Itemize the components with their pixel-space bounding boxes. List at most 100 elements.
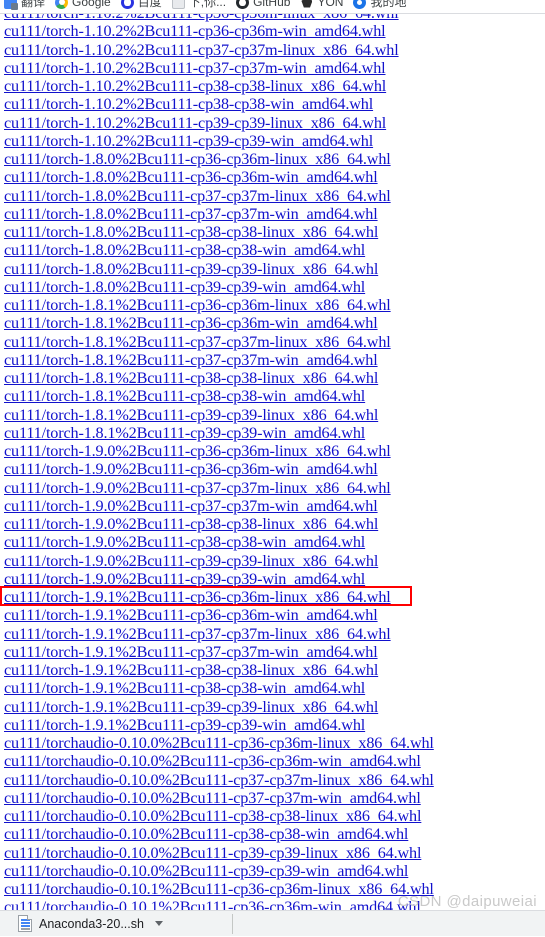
wheel-link[interactable]: cu111/torch-1.9.1%2Bcu111-cp37-cp37m-win… [4, 643, 378, 661]
bookmark-item-4[interactable]: GitHub [232, 0, 296, 13]
wheel-link[interactable]: cu111/torch-1.8.0%2Bcu111-cp39-cp39-win_… [4, 278, 365, 296]
list-item: cu111/torch-1.9.0%2Bcu111-cp38-cp38-win_… [4, 533, 544, 551]
wheel-link[interactable]: cu111/torch-1.10.2%2Bcu111-cp36-cp36m-li… [4, 14, 399, 22]
wheel-link[interactable]: cu111/torch-1.9.1%2Bcu111-cp37-cp37m-lin… [4, 625, 391, 643]
map-icon [353, 0, 367, 9]
list-item: cu111/torch-1.8.1%2Bcu111-cp37-cp37m-win… [4, 351, 544, 369]
bookmark-item-label: 百度 [137, 0, 162, 9]
chevron-down-icon[interactable] [154, 921, 163, 926]
wheel-link[interactable]: cu111/torch-1.9.1%2Bcu111-cp39-cp39-win_… [4, 716, 365, 734]
wheel-link[interactable]: cu111/torch-1.9.0%2Bcu111-cp36-cp36m-lin… [4, 442, 391, 460]
bookmark-item-3[interactable]: 下,你... [168, 0, 232, 13]
wheel-link[interactable]: cu111/torchaudio-0.10.0%2Bcu111-cp39-cp3… [4, 844, 421, 862]
bookmark-item-label: 我的地 [370, 0, 407, 9]
wheel-link[interactable]: cu111/torch-1.8.1%2Bcu111-cp38-cp38-win_… [4, 387, 365, 405]
list-item-highlighted: cu111/torch-1.9.1%2Bcu111-cp36-cp36m-lin… [0, 585, 544, 607]
github-icon [236, 0, 250, 9]
wheel-link[interactable]: cu111/torchaudio-0.10.0%2Bcu111-cp36-cp3… [4, 752, 421, 770]
list-item: cu111/torchaudio-0.10.0%2Bcu111-cp38-cp3… [4, 825, 544, 843]
yon-icon [300, 0, 314, 9]
list-item: cu111/torch-1.10.2%2Bcu111-cp38-cp38-win… [4, 95, 544, 113]
list-item: cu111/torch-1.9.0%2Bcu111-cp38-cp38-linu… [4, 515, 544, 533]
wheel-link[interactable]: cu111/torch-1.8.0%2Bcu111-cp36-cp36m-win… [4, 168, 378, 186]
list-item: cu111/torchaudio-0.10.0%2Bcu111-cp37-cp3… [4, 771, 544, 789]
wheel-link[interactable]: cu111/torch-1.8.0%2Bcu111-cp38-cp38-win_… [4, 241, 365, 259]
wheel-link[interactable]: cu111/torch-1.10.2%2Bcu111-cp38-cp38-win… [4, 95, 373, 113]
bookmark-item-0[interactable]: 翻译 [0, 0, 51, 13]
list-item: cu111/torch-1.8.0%2Bcu111-cp39-cp39-win_… [4, 278, 544, 296]
bookmark-item-label: 翻译 [21, 0, 46, 9]
wheel-link[interactable]: cu111/torchaudio-0.10.0%2Bcu111-cp37-cp3… [4, 771, 434, 789]
wheel-link[interactable]: cu111/torch-1.10.2%2Bcu111-cp37-cp37m-wi… [4, 59, 386, 77]
wheel-link[interactable]: cu111/torchaudio-0.10.1%2Bcu111-cp36-cp3… [4, 880, 434, 898]
wheel-link[interactable]: cu111/torch-1.9.1%2Bcu111-cp39-cp39-linu… [4, 698, 378, 716]
list-item: cu111/torchaudio-0.10.0%2Bcu111-cp39-cp3… [4, 844, 544, 862]
wheel-link[interactable]: cu111/torch-1.9.0%2Bcu111-cp39-cp39-win_… [4, 570, 365, 588]
wheel-link[interactable]: cu111/torchaudio-0.10.0%2Bcu111-cp38-cp3… [4, 807, 421, 825]
wheel-link[interactable]: cu111/torchaudio-0.10.0%2Bcu111-cp36-cp3… [4, 734, 434, 752]
list-item: cu111/torch-1.9.0%2Bcu111-cp36-cp36m-win… [4, 460, 544, 478]
wheel-link[interactable]: cu111/torchaudio-0.10.0%2Bcu111-cp38-cp3… [4, 825, 408, 843]
csdn-watermark: CSDN @daipuweiai [397, 893, 537, 910]
baidu-icon [120, 0, 134, 9]
list-item: cu111/torch-1.9.0%2Bcu111-cp37-cp37m-lin… [4, 479, 544, 497]
list-item: cu111/torch-1.9.1%2Bcu111-cp37-cp37m-win… [4, 643, 544, 661]
wheel-link[interactable]: cu111/torch-1.9.0%2Bcu111-cp38-cp38-linu… [4, 515, 378, 533]
translate-icon [4, 0, 18, 10]
bookmark-item-2[interactable]: 百度 [117, 0, 168, 13]
wheel-link[interactable]: cu111/torch-1.8.0%2Bcu111-cp37-cp37m-win… [4, 205, 378, 223]
bookmark-item-label: GitHub [253, 0, 291, 9]
wheel-link[interactable]: cu111/torch-1.8.1%2Bcu111-cp37-cp37m-win… [4, 351, 378, 369]
list-item: cu111/torch-1.8.0%2Bcu111-cp39-cp39-linu… [4, 260, 544, 278]
wheel-link[interactable]: cu111/torch-1.9.1%2Bcu111-cp38-cp38-linu… [4, 661, 378, 679]
wheel-link[interactable]: cu111/torchaudio-0.10.0%2Bcu111-cp37-cp3… [4, 789, 421, 807]
wheel-link[interactable]: cu111/torch-1.10.2%2Bcu111-cp38-cp38-lin… [4, 77, 386, 95]
wheel-link[interactable]: cu111/torch-1.10.2%2Bcu111-cp37-cp37m-li… [4, 41, 399, 59]
list-item: cu111/torch-1.10.2%2Bcu111-cp36-cp36m-li… [4, 14, 544, 22]
list-item: cu111/torch-1.8.1%2Bcu111-cp39-cp39-linu… [4, 406, 544, 424]
wheel-link[interactable]: cu111/torch-1.10.2%2Bcu111-cp39-cp39-lin… [4, 114, 386, 132]
download-file-name: Anaconda3-20...sh [39, 916, 144, 931]
wheel-link[interactable]: cu111/torch-1.8.1%2Bcu111-cp39-cp39-win_… [4, 424, 365, 442]
list-item: cu111/torch-1.10.2%2Bcu111-cp36-cp36m-wi… [4, 22, 544, 40]
wheel-link[interactable]: cu111/torch-1.9.1%2Bcu111-cp36-cp36m-lin… [4, 588, 391, 606]
wheel-link[interactable]: cu111/torchaudio-0.10.0%2Bcu111-cp39-cp3… [4, 862, 408, 880]
wheel-link[interactable]: cu111/torch-1.8.0%2Bcu111-cp39-cp39-linu… [4, 260, 378, 278]
wheel-link[interactable]: cu111/torch-1.8.1%2Bcu111-cp38-cp38-linu… [4, 369, 378, 387]
wheel-link[interactable]: cu111/torch-1.8.0%2Bcu111-cp37-cp37m-lin… [4, 187, 391, 205]
download-item-anaconda[interactable]: Anaconda3-20...sh [18, 911, 163, 937]
wheel-link[interactable]: cu111/torch-1.8.1%2Bcu111-cp39-cp39-linu… [4, 406, 378, 424]
wheel-link[interactable]: cu111/torch-1.9.0%2Bcu111-cp38-cp38-win_… [4, 533, 365, 551]
list-item: cu111/torch-1.8.1%2Bcu111-cp38-cp38-win_… [4, 387, 544, 405]
wheel-link[interactable]: cu111/torch-1.8.1%2Bcu111-cp37-cp37m-lin… [4, 333, 391, 351]
list-item: cu111/torch-1.8.0%2Bcu111-cp37-cp37m-lin… [4, 187, 544, 205]
list-item: cu111/torch-1.8.1%2Bcu111-cp36-cp36m-lin… [4, 296, 544, 314]
bookmark-item-label: Google [72, 0, 111, 9]
wheel-link[interactable]: cu111/torch-1.10.2%2Bcu111-cp39-cp39-win… [4, 132, 373, 150]
list-item: cu111/torchaudio-0.10.0%2Bcu111-cp36-cp3… [4, 752, 544, 770]
list-item: cu111/torch-1.8.0%2Bcu111-cp38-cp38-linu… [4, 223, 544, 241]
bookmarks-bar: 翻译 Google 百度 下,你... GitHub YON 我的地 [0, 0, 545, 14]
wheel-link[interactable]: cu111/torch-1.10.2%2Bcu111-cp36-cp36m-wi… [4, 22, 386, 40]
wheel-link[interactable]: cu111/torch-1.9.0%2Bcu111-cp37-cp37m-win… [4, 497, 378, 515]
bookmark-item-1[interactable]: Google [51, 0, 117, 13]
list-item: cu111/torch-1.8.1%2Bcu111-cp37-cp37m-lin… [4, 333, 544, 351]
wheel-link[interactable]: cu111/torch-1.9.0%2Bcu111-cp39-cp39-linu… [4, 552, 378, 570]
downloads-shelf: Anaconda3-20...sh [0, 910, 545, 936]
list-item: cu111/torch-1.8.0%2Bcu111-cp38-cp38-win_… [4, 241, 544, 259]
wheel-link[interactable]: cu111/torch-1.8.1%2Bcu111-cp36-cp36m-win… [4, 314, 378, 332]
list-item: cu111/torchaudio-0.10.0%2Bcu111-cp37-cp3… [4, 789, 544, 807]
bookmark-item-5[interactable]: YON [296, 0, 349, 13]
wheel-link[interactable]: cu111/torch-1.8.0%2Bcu111-cp36-cp36m-lin… [4, 150, 391, 168]
wheel-link[interactable]: cu111/torchaudio-0.10.1%2Bcu111-cp36-cp3… [4, 898, 421, 910]
file-icon [18, 915, 32, 932]
wheel-link[interactable]: cu111/torch-1.8.1%2Bcu111-cp36-cp36m-lin… [4, 296, 391, 314]
wheel-link[interactable]: cu111/torch-1.8.0%2Bcu111-cp38-cp38-linu… [4, 223, 378, 241]
wheel-link[interactable]: cu111/torch-1.9.1%2Bcu111-cp36-cp36m-win… [4, 606, 378, 624]
wheel-link[interactable]: cu111/torch-1.9.0%2Bcu111-cp36-cp36m-win… [4, 460, 378, 478]
wheel-link[interactable]: cu111/torch-1.9.0%2Bcu111-cp37-cp37m-lin… [4, 479, 391, 497]
list-item: cu111/torch-1.9.0%2Bcu111-cp39-cp39-linu… [4, 552, 544, 570]
wheel-link[interactable]: cu111/torch-1.9.1%2Bcu111-cp38-cp38-win_… [4, 679, 365, 697]
list-item: cu111/torch-1.9.1%2Bcu111-cp39-cp39-linu… [4, 698, 544, 716]
bookmark-item-6[interactable]: 我的地 [349, 0, 412, 13]
